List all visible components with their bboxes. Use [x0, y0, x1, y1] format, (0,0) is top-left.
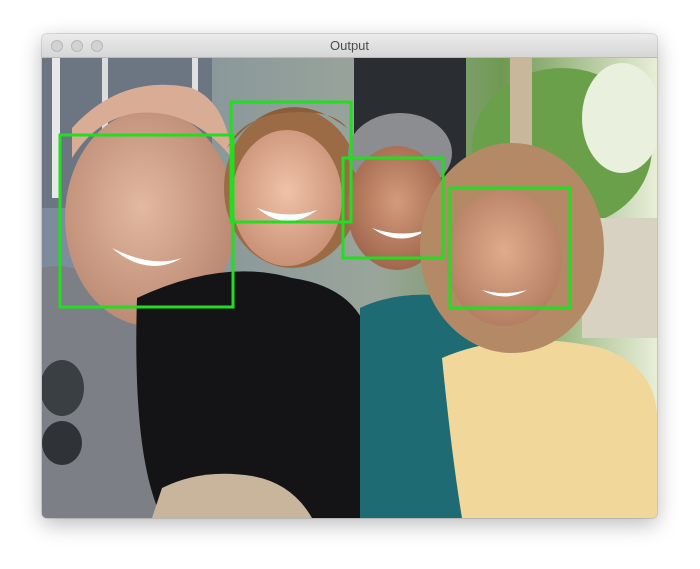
window-title: Output: [329, 38, 370, 53]
window-titlebar[interactable]: Output: [42, 34, 657, 58]
person-4-top: [442, 340, 657, 518]
person-4-head: [446, 190, 562, 326]
photo: [42, 58, 657, 518]
image-canvas: [42, 58, 657, 518]
person-2-head: [232, 130, 342, 266]
output-window: Output: [42, 34, 657, 518]
